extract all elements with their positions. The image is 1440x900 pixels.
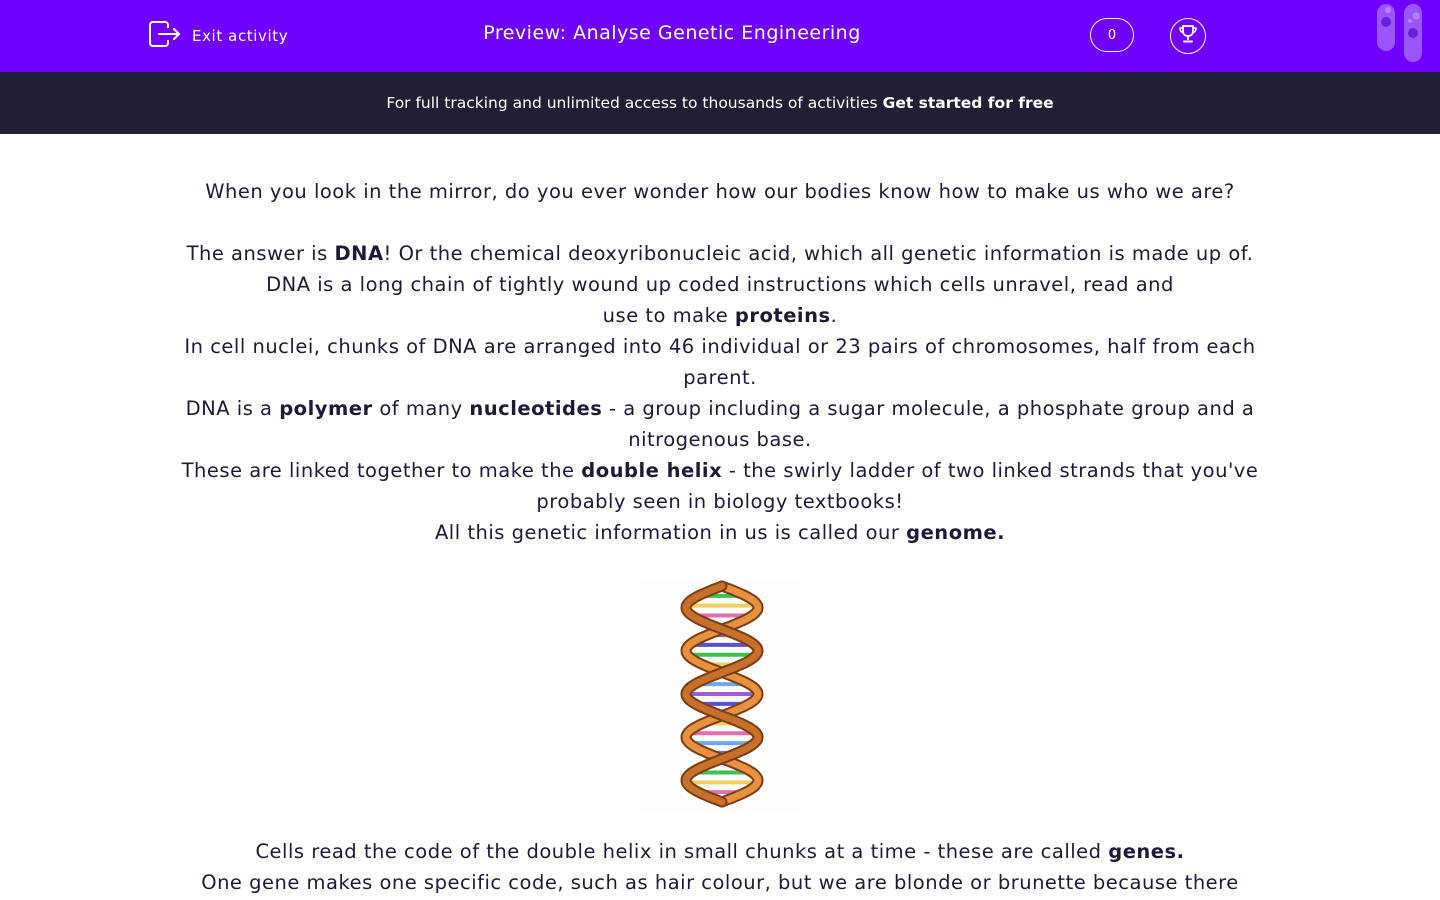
paragraph-genome: All this genetic information in us is ca… <box>434 521 1006 544</box>
paragraph-double-helix: These are linked together to make the do… <box>181 459 1259 513</box>
intro-text: When you look in the mirror, do you ever… <box>205 180 1235 203</box>
lesson-content: When you look in the mirror, do you ever… <box>150 176 1290 548</box>
lesson-content-continued: Cells read the code of the double helix … <box>150 836 1290 898</box>
get-started-link[interactable]: Get started for free <box>883 94 1054 112</box>
paragraph-polymer: DNA is a polymer of many nucleotides - a… <box>185 397 1255 451</box>
dna-double-helix-illustration <box>640 578 800 810</box>
paragraph-proteins-line1: DNA is a long chain of tightly wound up … <box>266 273 1174 296</box>
top-bar: Exit activity Preview: Analyse Genetic E… <box>0 0 1440 72</box>
trophy-icon <box>1177 23 1199 49</box>
paragraph-dna: The answer is DNA! Or the chemical deoxy… <box>186 242 1254 265</box>
paragraph-chromosomes: In cell nuclei, chunks of DNA are arrang… <box>184 335 1256 389</box>
banner-text: For full tracking and unlimited access t… <box>386 94 878 112</box>
paragraph-proteins-line2: use to make proteins. <box>602 304 838 327</box>
signup-banner: For full tracking and unlimited access t… <box>0 72 1440 134</box>
paragraph-genes: Cells read the code of the double helix … <box>255 840 1185 863</box>
trophy-button[interactable] <box>1170 18 1206 54</box>
paragraph-gene-code: One gene makes one specific code, such a… <box>201 871 1239 894</box>
score-badge: 0 <box>1090 18 1134 52</box>
test-tubes-icon <box>1374 4 1426 68</box>
page-title: Preview: Analyse Genetic Engineering <box>483 22 861 44</box>
